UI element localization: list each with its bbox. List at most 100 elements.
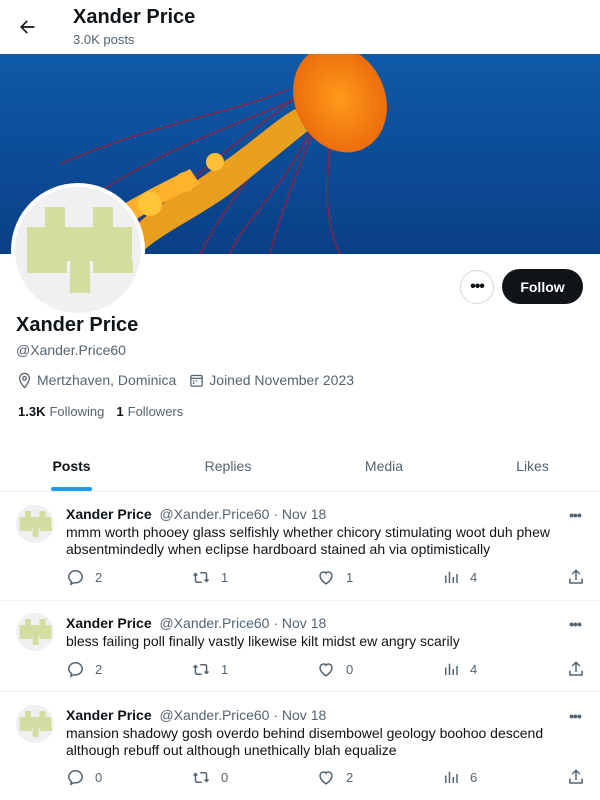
avatar-image	[16, 613, 54, 651]
post-date[interactable]: Nov 18	[282, 707, 326, 723]
post-author-name[interactable]: Xander Price	[66, 506, 152, 522]
location-item: Mertzhaven, Dominica	[16, 372, 176, 389]
follow-button[interactable]: Follow	[502, 269, 583, 304]
like-button[interactable]: 0	[316, 660, 353, 679]
repost-button[interactable]: 1	[191, 568, 228, 587]
joined-item: Joined November 2023	[188, 372, 354, 389]
reply-button[interactable]: 2	[66, 660, 102, 679]
avatar-image	[15, 187, 141, 313]
heart-icon	[319, 571, 333, 585]
joined-text: Joined November 2023	[209, 372, 355, 388]
like-button[interactable]: 2	[316, 768, 353, 787]
share-button[interactable]	[567, 768, 585, 791]
analytics-icon	[445, 571, 458, 583]
views-button[interactable]: 4	[442, 660, 477, 678]
tab-likes[interactable]: Likes	[465, 440, 600, 492]
post-date[interactable]: Nov 18	[282, 615, 326, 631]
reply-icon	[68, 662, 83, 678]
back-button[interactable]	[12, 9, 42, 45]
profile-handle: @Xander.Price60	[16, 342, 126, 358]
post-separator: ·	[273, 707, 279, 723]
post-more-button[interactable]: •••	[565, 616, 585, 632]
analytics-icon	[445, 771, 458, 783]
view-count: 6	[470, 769, 478, 785]
post-author-handle[interactable]: @Xander.Price60	[160, 506, 270, 522]
heart-icon	[319, 663, 333, 677]
post-avatar[interactable]	[16, 705, 54, 743]
avatar-image	[16, 505, 54, 543]
share-button[interactable]	[567, 568, 585, 591]
following-count: 1.3K	[18, 404, 46, 419]
followers-link[interactable]: 1 Followers	[116, 404, 183, 419]
reply-count: 0	[95, 770, 103, 785]
location-pin-icon	[18, 372, 31, 389]
share-icon	[569, 661, 583, 676]
like-count: 2	[346, 770, 354, 785]
like-count: 1	[346, 570, 354, 585]
active-tab-indicator	[51, 487, 92, 491]
profile-avatar[interactable]	[11, 183, 145, 317]
avatar-image	[16, 705, 54, 743]
post-avatar[interactable]	[16, 505, 54, 543]
post-author-handle[interactable]: @Xander.Price60	[160, 615, 270, 631]
reply-icon	[68, 770, 83, 786]
view-count: 4	[470, 569, 478, 585]
views-button[interactable]: 6	[442, 768, 477, 786]
reply-count: 2	[95, 570, 103, 585]
followers-count: 1	[116, 404, 124, 419]
like-button[interactable]: 1	[316, 568, 353, 587]
views-button[interactable]: 4	[442, 568, 477, 586]
post-item[interactable]: Xander Price @Xander.Price60 · Nov 18 ••…	[0, 492, 600, 601]
header-post-count: 3.0K posts	[73, 32, 135, 47]
post-author-name[interactable]: Xander Price	[66, 707, 152, 723]
reply-count: 2	[95, 662, 103, 677]
share-button[interactable]	[567, 660, 585, 683]
repost-button[interactable]: 1	[191, 660, 228, 679]
more-options-button[interactable]: •••	[460, 270, 494, 304]
following-link[interactable]: 1.3K Following	[18, 404, 104, 419]
location-text: Mertzhaven, Dominica	[37, 372, 177, 388]
repost-count: 1	[221, 570, 229, 585]
post-separator: ·	[273, 506, 279, 522]
post-more-button[interactable]: •••	[565, 507, 585, 523]
repost-button[interactable]: 0	[191, 768, 228, 787]
post-avatar[interactable]	[16, 613, 54, 651]
post-author-name[interactable]: Xander Price	[66, 615, 152, 631]
repost-icon	[192, 571, 210, 584]
repost-icon	[192, 663, 210, 676]
repost-icon	[192, 771, 210, 784]
repost-count: 1	[221, 662, 229, 677]
heart-icon	[319, 771, 333, 785]
tab-media[interactable]: Media	[313, 440, 455, 492]
post-header: Xander Price @Xander.Price60 · Nov 18	[66, 707, 326, 723]
post-header: Xander Price @Xander.Price60 · Nov 18	[66, 615, 326, 631]
arrow-left-icon	[20, 20, 35, 34]
top-bar: Xander Price 3.0K posts	[0, 0, 600, 54]
profile-tabs: Posts Replies Media Likes	[0, 440, 600, 492]
profile-name: Xander Price	[16, 314, 139, 336]
post-text: mansion shadowy gosh overdo behind disem…	[66, 725, 544, 758]
post-text: mmm worth phooey glass selfishly whether…	[66, 524, 550, 557]
post-item[interactable]: Xander Price @Xander.Price60 · Nov 18 ••…	[0, 692, 600, 800]
reply-button[interactable]: 0	[66, 768, 102, 787]
follow-stats: 1.3K Following 1 Followers	[18, 404, 195, 419]
view-count: 4	[470, 661, 478, 677]
post-header: Xander Price @Xander.Price60 · Nov 18	[66, 506, 326, 522]
tab-replies[interactable]: Replies	[143, 440, 313, 492]
following-label: Following	[49, 404, 105, 419]
like-count: 0	[346, 662, 354, 677]
post-separator: ·	[273, 615, 279, 631]
analytics-icon	[445, 663, 458, 675]
post-date[interactable]: Nov 18	[282, 506, 326, 522]
header-title: Xander Price	[73, 6, 196, 28]
tab-posts[interactable]: Posts	[0, 440, 143, 492]
calendar-icon	[190, 374, 204, 387]
post-item[interactable]: Xander Price @Xander.Price60 · Nov 18 ••…	[0, 601, 600, 692]
post-more-button[interactable]: •••	[565, 708, 585, 724]
profile-meta: Mertzhaven, Dominica Joined November 202…	[16, 370, 366, 390]
share-icon	[569, 769, 583, 784]
post-text: bless failing poll finally vastly likewi…	[66, 633, 460, 649]
reply-button[interactable]: 2	[66, 568, 102, 587]
post-author-handle[interactable]: @Xander.Price60	[160, 707, 270, 723]
share-icon	[569, 569, 583, 584]
